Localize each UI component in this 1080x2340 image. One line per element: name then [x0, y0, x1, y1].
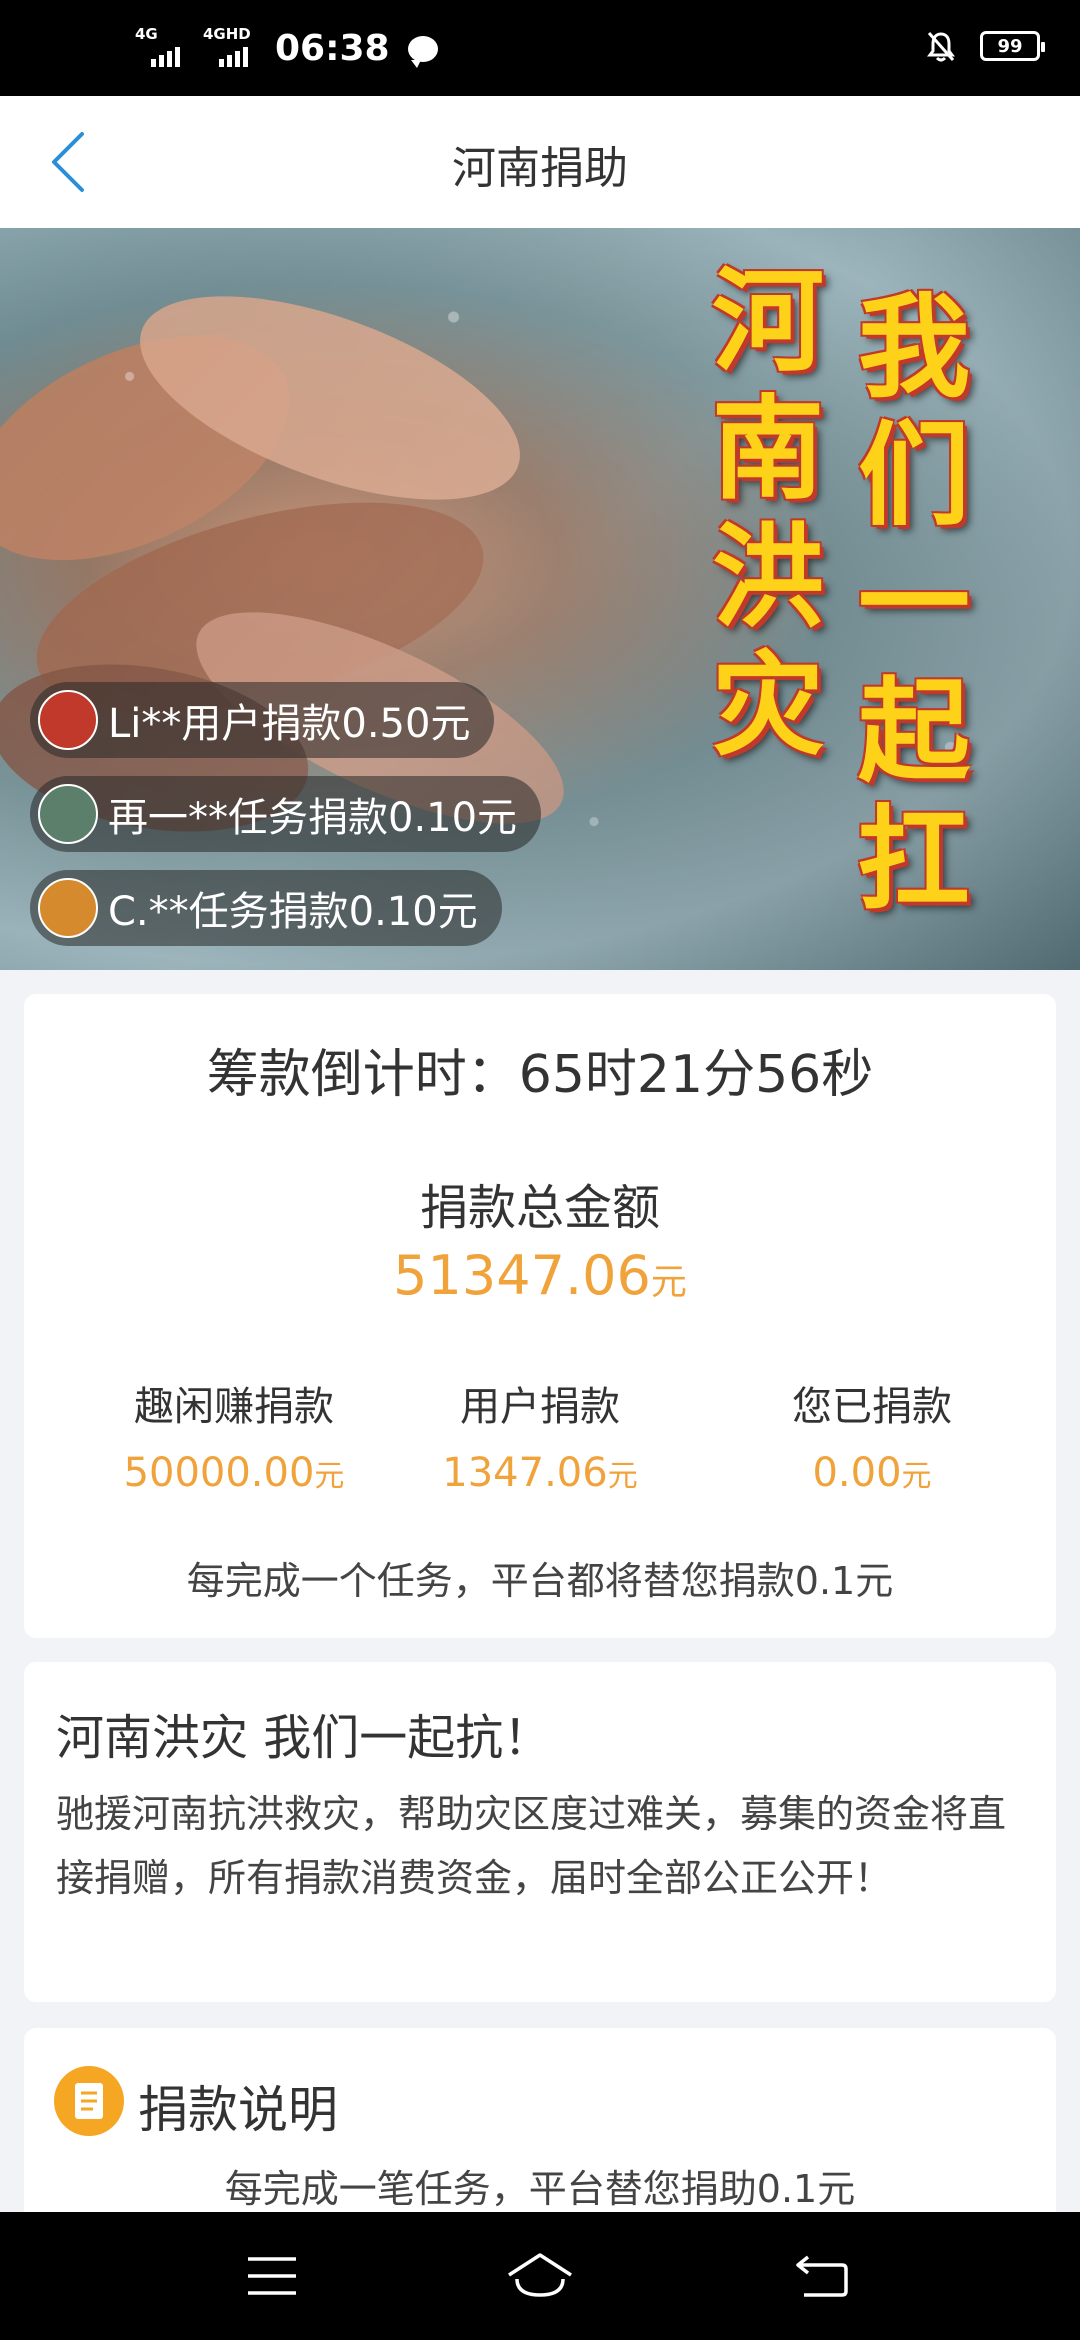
donation-ticker-item: C.**任务捐款0.10元: [30, 870, 502, 946]
countdown-text: 筹款倒计时：65时21分56秒: [206, 1045, 874, 1105]
donation-summary-card: 筹款倒计时：65时21分56秒 捐款总金额 51347.06元 趣闲赚捐款 50…: [24, 994, 1056, 1638]
stat-platform: 趣闲赚捐款 50000.00元: [84, 1374, 384, 1496]
chat-bubble-icon: [407, 35, 438, 68]
stat-value: 1347.06元: [390, 1450, 690, 1496]
total-label: 捐款总金额: [419, 1180, 660, 1236]
status-left: 4G 4GHD 06:38: [135, 25, 438, 69]
ticker-text: Li**用户捐款0.50元: [108, 701, 471, 747]
slogan-char: 起: [858, 667, 970, 797]
donation-ticker-item: 再一**任务捐款0.10元: [30, 776, 542, 852]
appeal-body: 驰援河南抗洪救灾，帮助灾区度过难关，募集的资金将直接捐赠，所有捐款消费资金，届时…: [56, 1792, 1007, 1900]
banner-slogan-right: 我 们 一 起 扛: [858, 284, 970, 924]
system-navigation-bar: [0, 2212, 1080, 2340]
menu-button[interactable]: [232, 2244, 312, 2308]
mute-bell-icon: [927, 32, 955, 62]
slogan-char: 一: [858, 539, 970, 669]
donation-info-card: 捐款说明 每完成一笔任务，平台替您捐助0.1元: [24, 2028, 1056, 2228]
header: 河南捐助: [0, 96, 1080, 228]
document-icon: [54, 2066, 124, 2136]
avatar: [38, 784, 98, 844]
back-nav-button[interactable]: [782, 2244, 862, 2308]
slogan-char: 南: [712, 385, 824, 515]
signal-icon-2: 4GHD: [203, 25, 259, 69]
network-label-1: 4G: [135, 24, 158, 43]
status-bar: 4G 4GHD 06:38 99: [0, 0, 1080, 96]
appeal-title: 河南洪灾 我们一起抗！: [56, 1710, 552, 1766]
stat-value-number: 50000.00: [123, 1450, 315, 1496]
ticker-text: 再一**任务捐款0.10元: [108, 795, 518, 841]
signal-icon: 4G: [135, 25, 191, 69]
stat-value-unit: 元: [901, 1459, 932, 1494]
page-title: 河南捐助: [452, 143, 628, 194]
stat-value-unit: 元: [314, 1459, 345, 1494]
donation-ticker-item: Li**用户捐款0.50元: [30, 682, 495, 758]
avatar: [38, 878, 98, 938]
total-amount-unit: 元: [650, 1262, 687, 1303]
menu-icon: [248, 2257, 296, 2295]
stat-you: 您已捐款 0.00元: [722, 1374, 1022, 1496]
total-amount-value: 51347.06: [393, 1244, 651, 1307]
stat-label: 用户捐款: [460, 1384, 620, 1430]
stat-value-unit: 元: [607, 1459, 638, 1494]
battery-icon: 99: [980, 31, 1045, 61]
slogan-char: 扛: [858, 795, 970, 925]
stat-value-number: 0.00: [812, 1450, 902, 1496]
stat-label: 您已捐款: [792, 1384, 952, 1430]
banner-slogan-left: 河 南 洪 灾: [712, 258, 824, 770]
info-title: 捐款说明: [138, 2081, 338, 2139]
stat-value-number: 1347.06: [442, 1450, 608, 1496]
info-text: 每完成一笔任务，平台替您捐助0.1元: [224, 2167, 856, 2211]
stat-value: 50000.00元: [84, 1450, 384, 1496]
ticker-text: C.**任务捐款0.10元: [108, 889, 478, 935]
stat-label: 趣闲赚捐款: [134, 1384, 334, 1430]
banner-image[interactable]: 河 南 洪 灾 我 们 一 起 扛 Li**用户捐款0.50元 再一**任务捐款…: [0, 228, 1080, 970]
slogan-char: 我: [858, 283, 970, 413]
total-amount: 51347.06元: [24, 1244, 1056, 1307]
stat-users: 用户捐款 1347.06元: [390, 1374, 690, 1496]
home-icon: [508, 2253, 572, 2297]
network-label-2: 4GHD: [203, 24, 251, 43]
slogan-char: 洪: [712, 513, 824, 643]
battery-level: 99: [997, 35, 1023, 57]
slogan-char: 们: [858, 411, 970, 541]
slogan-char: 灾: [712, 641, 824, 771]
slogan-char: 河: [712, 257, 824, 387]
appeal-card: 河南洪灾 我们一起抗！ 驰援河南抗洪救灾，帮助灾区度过难关，募集的资金将直接捐赠…: [24, 1662, 1056, 2002]
back-icon: [796, 2255, 848, 2297]
clock: 06:38: [275, 28, 390, 69]
task-donation-note: 每完成一个任务，平台都将替您捐款0.1元: [186, 1559, 894, 1603]
stat-value: 0.00元: [722, 1450, 1022, 1496]
avatar: [38, 690, 98, 750]
status-right: 99: [926, 30, 1045, 62]
home-button[interactable]: [500, 2244, 580, 2308]
